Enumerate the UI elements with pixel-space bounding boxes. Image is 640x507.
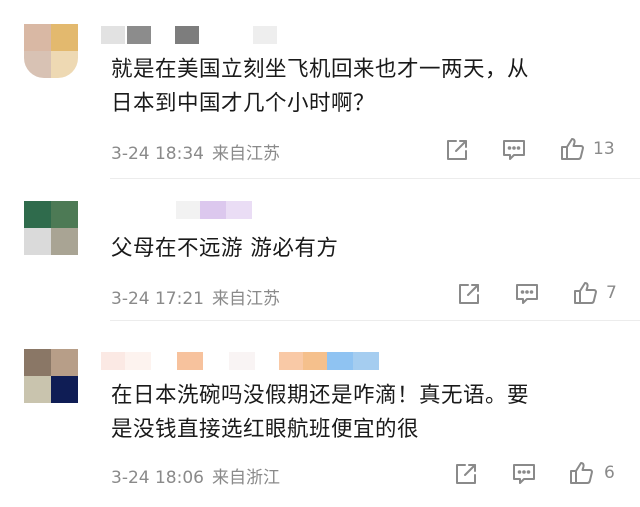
comment-icon	[513, 464, 535, 484]
comment-item: 就是在美国立刻坐飞机回来也才一两天，从 日本到中国才几个小时啊？ 3-24 18…	[0, 0, 640, 178]
comment-location: 来自浙江	[211, 468, 280, 488]
share-icon	[447, 140, 467, 160]
like-count: 6	[604, 463, 615, 483]
reply-button[interactable]	[514, 281, 540, 307]
username[interactable]	[101, 352, 381, 370]
comment-time: 3-24 18:34	[111, 144, 204, 164]
comment-text: 就是在美国立刻坐飞机回来也才一两天，从 日本到中国才几个小时啊？	[111, 57, 530, 116]
like-button[interactable]	[568, 460, 594, 486]
comment-meta: 3-24 18:34 来自江苏	[111, 139, 280, 164]
like-count: 7	[606, 283, 617, 303]
comment-text: 在日本洗碗吗没假期还是咋滴！真无语。要 是没钱直接选红眼航班便宜的很	[111, 383, 530, 442]
comment-location: 来自江苏	[211, 144, 280, 164]
share-button[interactable]	[444, 137, 470, 163]
reply-button[interactable]	[501, 137, 527, 163]
share-button[interactable]	[456, 281, 482, 307]
share-icon	[459, 284, 479, 304]
thumbs-up-icon	[570, 462, 593, 484]
comment-time: 3-24 18:06	[111, 468, 204, 488]
reply-button[interactable]	[511, 461, 537, 487]
username[interactable]	[101, 26, 279, 44]
comment-icon	[516, 284, 538, 304]
comment-meta: 3-24 17:21 来自江苏	[111, 284, 280, 309]
like-count: 13	[593, 139, 615, 159]
comment-item: 在日本洗碗吗没假期还是咋滴！真无语。要 是没钱直接选红眼航班便宜的很 3-24 …	[0, 321, 640, 507]
avatar[interactable]	[24, 201, 78, 255]
thumbs-up-icon	[574, 282, 597, 304]
share-icon	[456, 464, 476, 484]
avatar[interactable]	[24, 24, 78, 78]
share-button[interactable]	[453, 461, 479, 487]
like-button[interactable]	[572, 280, 598, 306]
avatar[interactable]	[24, 349, 78, 403]
like-button[interactable]	[559, 136, 585, 162]
comment-item: 父母在不远游 游必有方 3-24 17:21 来自江苏 7	[0, 179, 640, 320]
comment-icon	[503, 140, 525, 160]
comment-meta: 3-24 18:06 来自浙江	[111, 463, 280, 488]
username[interactable]	[176, 201, 266, 219]
comment-text: 父母在不远游 游必有方	[111, 236, 339, 261]
comment-time: 3-24 17:21	[111, 289, 204, 309]
thumbs-up-icon	[561, 138, 584, 160]
comment-location: 来自江苏	[211, 289, 280, 309]
